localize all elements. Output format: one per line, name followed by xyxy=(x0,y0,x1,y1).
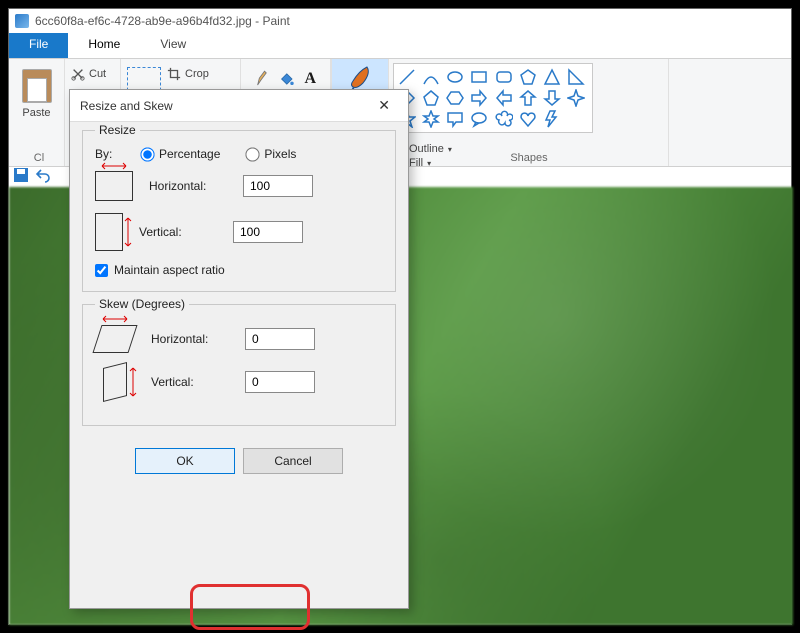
paint-app-icon xyxy=(15,14,29,28)
shapes-group-label: Shapes xyxy=(389,152,669,164)
skew-v-arrow-icon xyxy=(129,367,137,397)
skew-vertical-input[interactable] xyxy=(245,371,315,393)
app-window: 6cc60f8a-ef6c-4728-ab9e-a96b4fd32.jpg - … xyxy=(8,8,792,625)
clipboard-group-label: Cl xyxy=(15,152,63,164)
crop-icon xyxy=(167,67,181,81)
callout-rect-shape[interactable] xyxy=(446,110,464,128)
dialog-title: Resize and Skew xyxy=(80,99,173,113)
dialog-title-bar[interactable]: Resize and Skew ✕ xyxy=(70,90,408,122)
aspect-label: Maintain aspect ratio xyxy=(114,263,225,277)
skew-legend: Skew (Degrees) xyxy=(95,297,189,311)
pixels-label: Pixels xyxy=(264,147,296,161)
pixels-radio-input[interactable] xyxy=(246,147,260,161)
ok-button[interactable]: OK xyxy=(135,448,235,474)
resize-legend: Resize xyxy=(95,123,140,137)
resize-horizontal-input[interactable] xyxy=(243,175,313,197)
aspect-ratio-checkbox[interactable]: Maintain aspect ratio xyxy=(95,263,383,277)
callout-oval-shape[interactable] xyxy=(470,110,488,128)
left-arrow-shape[interactable] xyxy=(495,89,513,107)
cancel-button[interactable]: Cancel xyxy=(243,448,343,474)
up-arrow-shape[interactable] xyxy=(519,89,537,107)
tab-file[interactable]: File xyxy=(9,33,68,58)
right-triangle-shape[interactable] xyxy=(567,68,585,86)
triangle-shape[interactable] xyxy=(543,68,561,86)
rounded-rect-shape[interactable] xyxy=(495,68,513,86)
quick-access-bar xyxy=(13,167,51,183)
paste-label: Paste xyxy=(22,107,50,119)
menu-tabs: File Home View xyxy=(9,33,791,59)
horizontal-thumb-icon xyxy=(95,171,133,201)
line-shape[interactable] xyxy=(398,68,416,86)
right-arrow-shape[interactable] xyxy=(470,89,488,107)
aspect-ratio-input[interactable] xyxy=(95,264,108,277)
skew-h-arrow-icon xyxy=(102,315,128,323)
heart-shape[interactable] xyxy=(519,110,537,128)
resize-skew-dialog: Resize and Skew ✕ Resize By: Percentage … xyxy=(69,89,409,609)
fill-tool[interactable] xyxy=(279,70,295,88)
rect-shape[interactable] xyxy=(470,68,488,86)
down-arrow-shape[interactable] xyxy=(543,89,561,107)
cut-label: Cut xyxy=(89,68,106,80)
shapes-gallery[interactable] xyxy=(393,63,593,133)
skew-v-thumb-icon xyxy=(103,362,127,402)
percentage-label: Percentage xyxy=(159,147,220,161)
crop-button[interactable]: Crop xyxy=(167,67,209,81)
pencil-tool[interactable] xyxy=(255,69,269,89)
hexagon-shape[interactable] xyxy=(446,89,464,107)
vertical-thumb-icon xyxy=(95,213,123,251)
callout-cloud-shape[interactable] xyxy=(495,110,513,128)
skew-fieldset: Skew (Degrees) Horizontal: Vertical: xyxy=(82,304,396,426)
by-label: By: xyxy=(95,147,129,161)
vertical-arrow-icon xyxy=(124,217,132,247)
pixels-radio[interactable]: Pixels xyxy=(246,147,296,161)
pentagon-shape[interactable] xyxy=(422,89,440,107)
skew-vertical-label: Vertical: xyxy=(151,375,229,389)
skew-h-thumb-icon xyxy=(92,325,137,353)
close-button[interactable]: ✕ xyxy=(370,93,398,118)
save-icon[interactable] xyxy=(13,167,29,183)
cut-button[interactable]: Cut xyxy=(71,65,114,83)
window-title: 6cc60f8a-ef6c-4728-ab9e-a96b4fd32.jpg - … xyxy=(35,14,290,28)
percentage-radio[interactable]: Percentage xyxy=(141,147,220,161)
skew-horizontal-label: Horizontal: xyxy=(151,332,229,346)
paste-button[interactable]: Paste xyxy=(15,63,58,119)
oval-shape[interactable] xyxy=(446,68,464,86)
resize-fieldset: Resize By: Percentage Pixels xyxy=(82,130,396,292)
curve-shape[interactable] xyxy=(422,68,440,86)
polygon-shape[interactable] xyxy=(519,68,537,86)
tab-home[interactable]: Home xyxy=(68,33,140,58)
paste-icon xyxy=(22,69,52,103)
skew-horizontal-input[interactable] xyxy=(245,328,315,350)
crop-label: Crop xyxy=(185,68,209,80)
resize-vertical-input[interactable] xyxy=(233,221,303,243)
horizontal-label: Horizontal: xyxy=(149,179,227,193)
text-tool[interactable]: A xyxy=(304,70,316,88)
star4-shape[interactable] xyxy=(567,89,585,107)
title-bar: 6cc60f8a-ef6c-4728-ab9e-a96b4fd32.jpg - … xyxy=(9,9,791,33)
star6-shape[interactable] xyxy=(422,110,440,128)
percentage-radio-input[interactable] xyxy=(140,147,154,161)
vertical-label: Vertical: xyxy=(139,225,217,239)
undo-icon[interactable] xyxy=(35,167,51,183)
horizontal-arrow-icon xyxy=(101,162,127,170)
scissors-icon xyxy=(71,67,85,81)
tab-view[interactable]: View xyxy=(140,33,206,58)
lightning-shape[interactable] xyxy=(543,110,561,128)
